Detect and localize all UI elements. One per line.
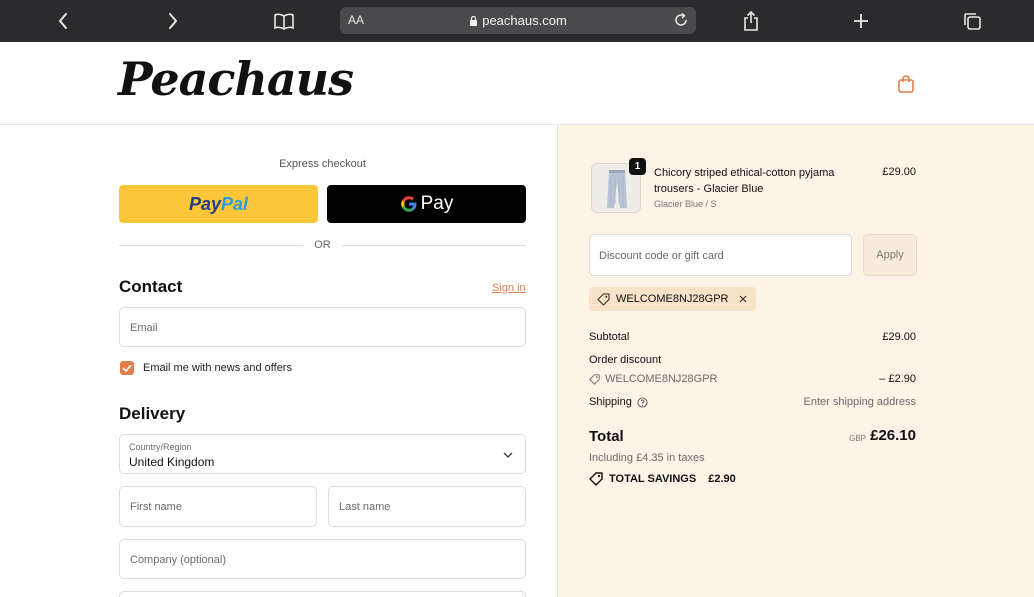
browser-toolbar: AA peachaus.com bbox=[0, 0, 1034, 42]
country-value: United Kingdom bbox=[129, 455, 215, 469]
savings-tag-icon bbox=[589, 472, 603, 486]
tag-icon bbox=[597, 292, 610, 306]
tag-icon bbox=[589, 373, 600, 385]
help-circle-icon[interactable] bbox=[637, 396, 648, 408]
discount-code-input[interactable]: Discount code or gift card bbox=[589, 234, 852, 276]
discount-value: – £2.90 bbox=[879, 373, 916, 385]
remove-discount-icon[interactable] bbox=[738, 294, 748, 304]
newsletter-label: Email me with news and offers bbox=[143, 362, 292, 374]
total-currency: GBP bbox=[849, 434, 866, 443]
last-name-placeholder: Last name bbox=[339, 501, 391, 513]
newsletter-checkbox[interactable] bbox=[120, 361, 134, 375]
discount-placeholder: Discount code or gift card bbox=[599, 250, 724, 262]
google-pay-label: Pay bbox=[420, 193, 454, 214]
first-name-placeholder: First name bbox=[130, 501, 182, 513]
total-label: Total bbox=[589, 428, 624, 445]
total-value: £26.10 bbox=[870, 427, 916, 444]
shipping-value: Enter shipping address bbox=[803, 396, 916, 408]
google-g-icon bbox=[400, 196, 417, 212]
paypal-button[interactable]: Pay Pal bbox=[119, 185, 318, 223]
last-name-field[interactable]: Last name bbox=[328, 486, 526, 527]
product-name: Chicory striped ethical-cotton pyjama tr… bbox=[654, 167, 835, 195]
paypal-logo-part2: Pal bbox=[221, 193, 249, 214]
contact-title: Contact bbox=[119, 277, 183, 296]
store-logo[interactable]: Peachaus bbox=[118, 52, 354, 106]
shopping-bag-icon[interactable] bbox=[897, 74, 915, 94]
express-checkout-label: Express checkout bbox=[279, 158, 366, 170]
reload-icon[interactable] bbox=[672, 11, 690, 29]
company-field[interactable]: Company (optional) bbox=[119, 539, 526, 579]
quantity-badge: 1 bbox=[629, 158, 646, 175]
total-savings: TOTAL SAVINGS £2.90 bbox=[589, 472, 736, 486]
country-label: Country/Region bbox=[129, 442, 192, 452]
product-price: £29.00 bbox=[882, 166, 916, 178]
discount-code-text: WELCOME8NJ28GPR bbox=[605, 373, 718, 385]
back-icon[interactable] bbox=[50, 8, 76, 34]
company-placeholder: Company (optional) bbox=[130, 554, 226, 566]
new-tab-icon[interactable] bbox=[848, 8, 874, 34]
applied-code-text: WELCOME8NJ28GPR bbox=[616, 293, 729, 305]
lock-icon bbox=[470, 15, 478, 26]
discount-code-row: WELCOME8NJ28GPR bbox=[589, 373, 717, 385]
store-header: Peachaus bbox=[0, 42, 1034, 125]
share-icon[interactable] bbox=[738, 8, 764, 34]
email-placeholder: Email bbox=[130, 322, 158, 334]
url-text: peachaus.com bbox=[340, 13, 696, 28]
checkmark-icon bbox=[122, 364, 132, 372]
google-pay-button[interactable]: Pay bbox=[327, 185, 526, 223]
paypal-logo-part1: Pay bbox=[188, 193, 221, 214]
address-bar[interactable]: AA peachaus.com bbox=[340, 7, 696, 34]
product-variant: Glacier Blue / S bbox=[654, 199, 717, 209]
country-select[interactable]: Country/Region United Kingdom bbox=[119, 434, 526, 474]
chevron-down-icon bbox=[503, 452, 513, 458]
applied-discount-chip: WELCOME8NJ28GPR bbox=[589, 287, 757, 311]
first-name-field[interactable]: First name bbox=[119, 486, 317, 527]
order-discount-label: Order discount bbox=[589, 354, 662, 366]
forward-icon[interactable] bbox=[160, 8, 186, 34]
email-field[interactable]: Email bbox=[119, 307, 526, 347]
savings-value: £2.90 bbox=[708, 473, 736, 485]
address-field[interactable] bbox=[119, 591, 526, 597]
or-line-right bbox=[342, 245, 526, 246]
taxes-note: Including £4.35 in taxes bbox=[589, 452, 705, 464]
tabs-overview-icon[interactable] bbox=[959, 8, 985, 34]
or-divider: OR bbox=[119, 238, 526, 252]
apply-button[interactable]: Apply bbox=[863, 234, 917, 276]
shipping-row: Shipping bbox=[589, 396, 648, 408]
order-summary: 1 Chicory striped ethical-cotton pyjama … bbox=[557, 125, 1034, 597]
subtotal-value: £29.00 bbox=[882, 331, 916, 343]
subtotal-label: Subtotal bbox=[589, 331, 630, 343]
delivery-title: Delivery bbox=[119, 404, 186, 423]
bookmarks-icon[interactable] bbox=[271, 8, 297, 34]
sign-in-link[interactable]: Sign in bbox=[492, 282, 526, 294]
savings-label: TOTAL SAVINGS bbox=[609, 473, 697, 485]
shipping-label: Shipping bbox=[589, 396, 632, 408]
checkout-form: Express checkout Pay Pal Pay OR Contact S… bbox=[0, 125, 557, 597]
